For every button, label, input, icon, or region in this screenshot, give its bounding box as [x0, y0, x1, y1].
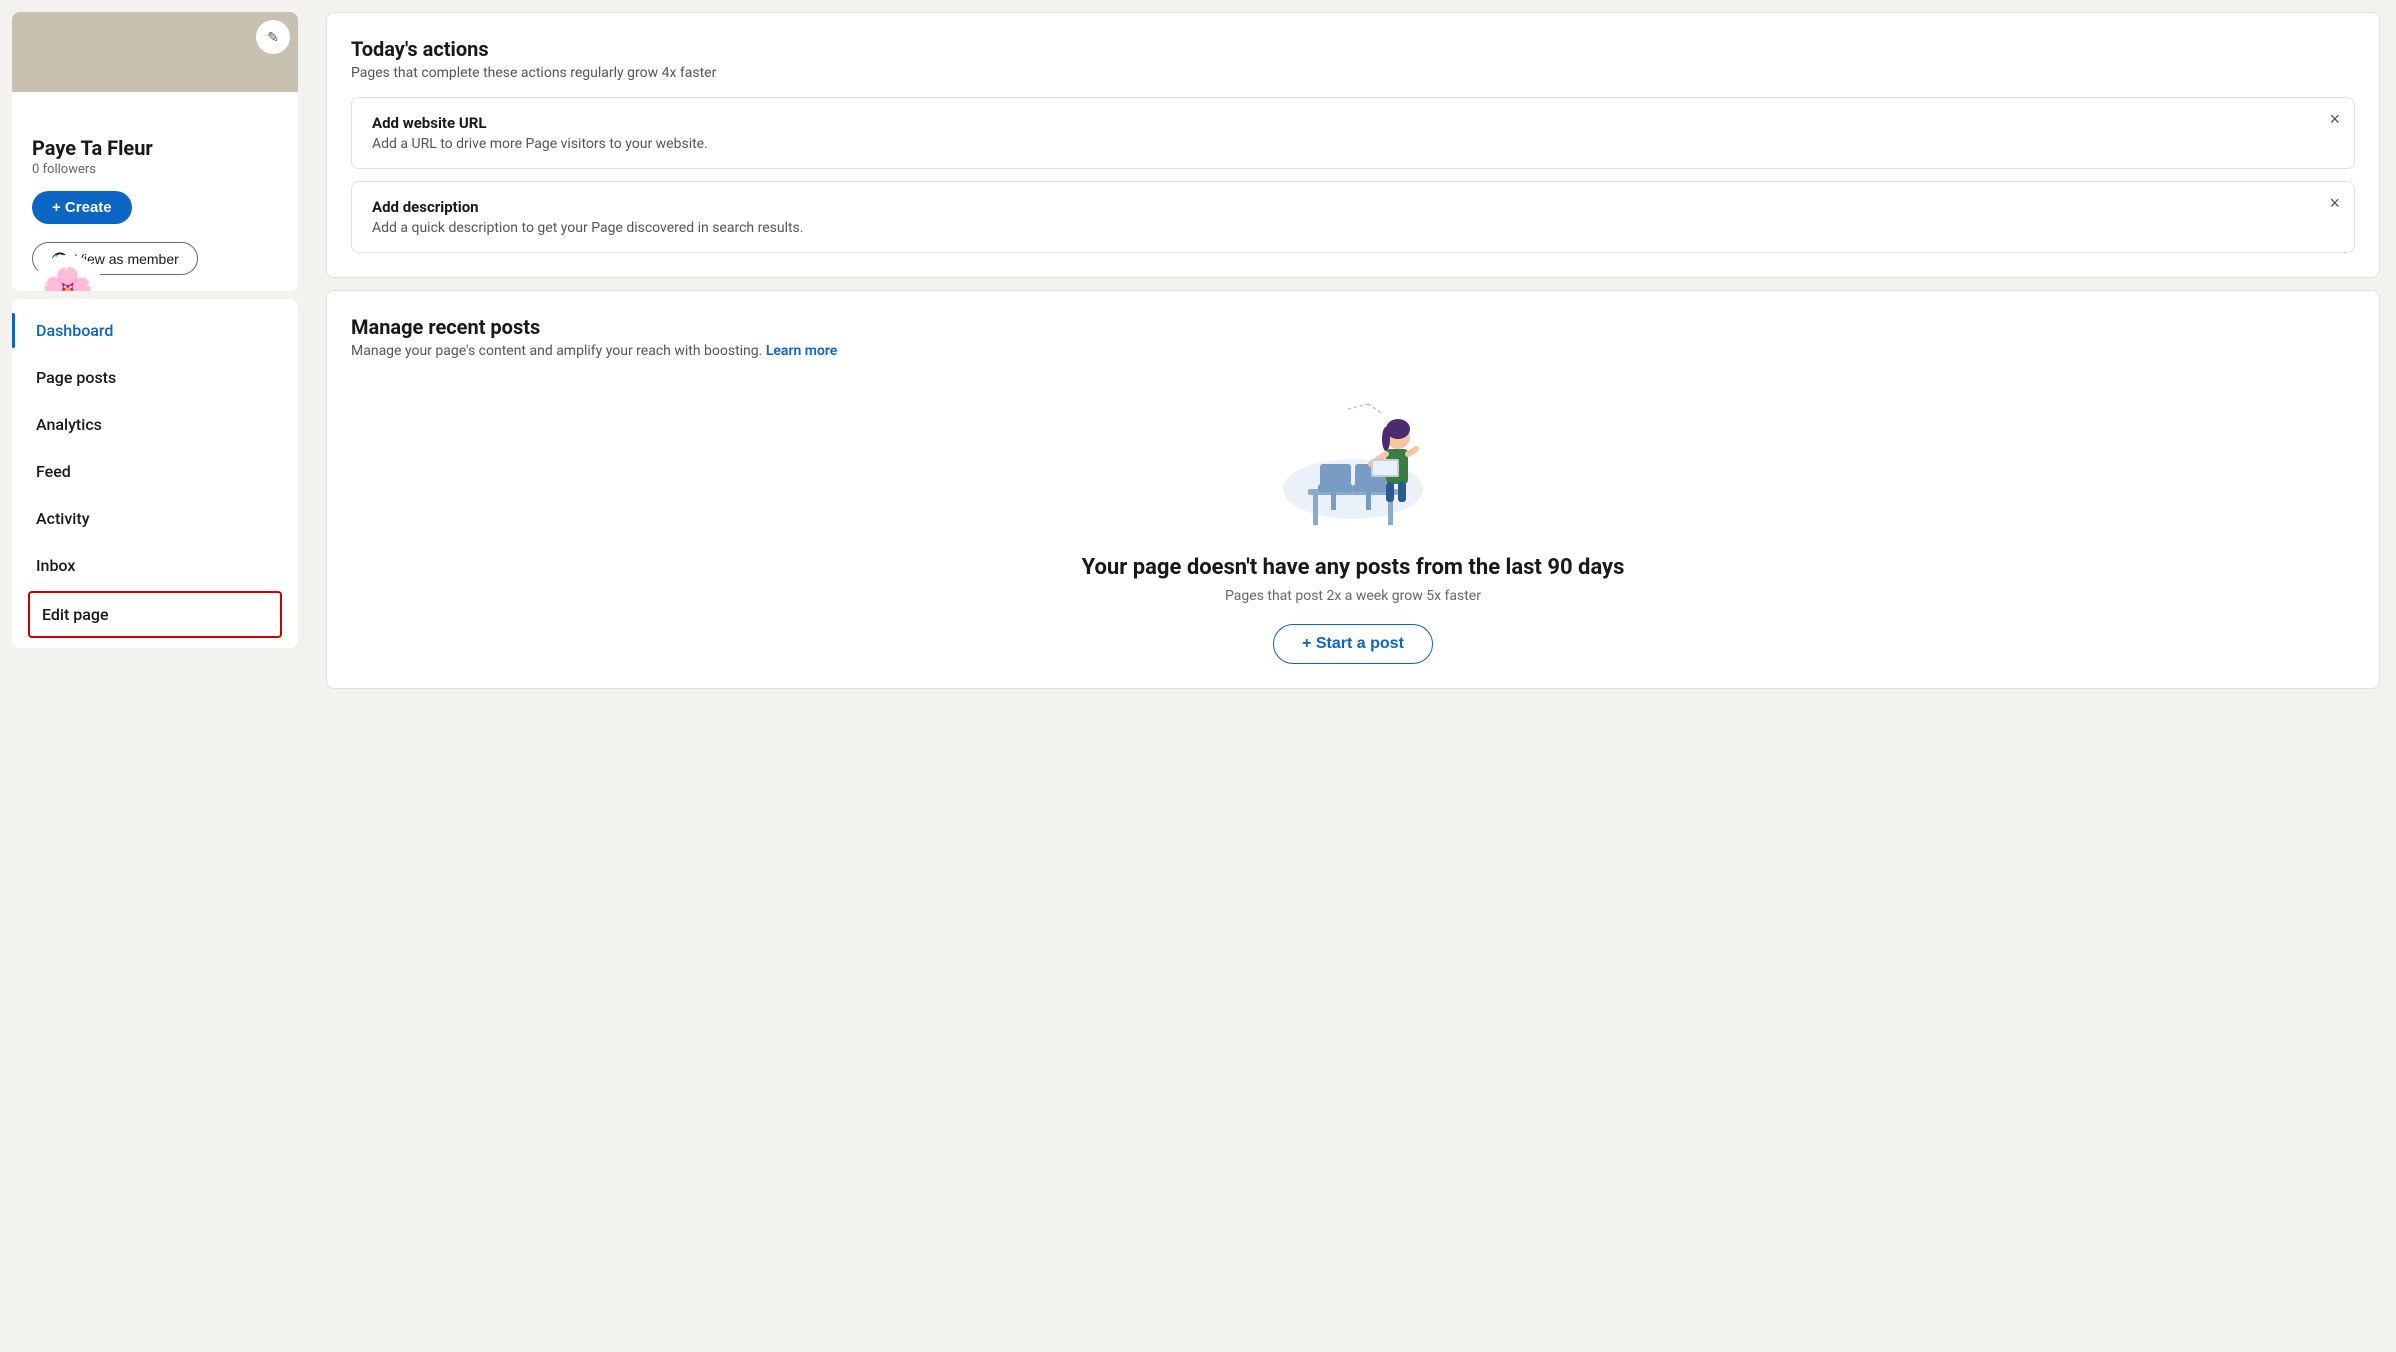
main-content: Today's actions Pages that complete thes… — [310, 0, 2396, 1352]
sidebar-item-inbox[interactable]: Inbox — [12, 542, 298, 589]
todays-actions-subtitle: Pages that complete these actions regula… — [351, 65, 2355, 81]
sidebar-item-label: Page posts — [36, 368, 116, 387]
sidebar-item-dashboard[interactable]: Dashboard — [12, 307, 298, 354]
avatar-emoji: 🌸 — [42, 270, 94, 291]
followers-count: 0 followers — [32, 162, 278, 177]
sidebar-item-label: Edit page — [42, 605, 109, 624]
sidebar-item-edit-page[interactable]: Edit page — [28, 591, 282, 638]
manage-posts-subtitle-text: Manage your page's content and amplify y… — [351, 343, 762, 359]
empty-posts-subtitle: Pages that post 2x a week grow 5x faster — [351, 588, 2355, 604]
sidebar-item-label: Dashboard — [36, 321, 113, 340]
todays-actions-card: Today's actions Pages that complete thes… — [326, 12, 2380, 278]
profile-name: Paye Ta Fleur — [32, 136, 278, 160]
create-button[interactable]: + Create — [32, 191, 132, 224]
pencil-icon: ✎ — [267, 29, 279, 46]
learn-more-link[interactable]: Learn more — [766, 343, 837, 359]
dismiss-add-website-button[interactable]: × — [2329, 110, 2340, 128]
sidebar-item-feed[interactable]: Feed — [12, 448, 298, 495]
add-description-action: Add description Add a quick description … — [351, 181, 2355, 253]
dismiss-add-description-button[interactable]: × — [2329, 194, 2340, 212]
edit-banner-button[interactable]: ✎ — [256, 20, 290, 54]
sidebar: ✎ 🌸 Paye Ta Fleur 0 followers + Create 👁… — [0, 0, 310, 1352]
sidebar-item-label: Activity — [36, 509, 90, 528]
add-description-title: Add description — [372, 198, 2334, 216]
manage-posts-card: Manage recent posts Manage your page's c… — [326, 290, 2380, 689]
start-post-button[interactable]: + Start a post — [1273, 624, 1433, 664]
sidebar-item-analytics[interactable]: Analytics — [12, 401, 298, 448]
sidebar-item-activity[interactable]: Activity — [12, 495, 298, 542]
add-website-desc: Add a URL to drive more Page visitors to… — [372, 136, 2334, 152]
empty-posts-title: Your page doesn't have any posts from th… — [351, 555, 2355, 580]
sidebar-item-label: Analytics — [36, 415, 102, 434]
sidebar-item-label: Inbox — [36, 556, 75, 575]
todays-actions-title: Today's actions — [351, 37, 2355, 61]
sidebar-item-label: Feed — [36, 462, 71, 481]
add-description-desc: Add a quick description to get your Page… — [372, 220, 2334, 236]
manage-posts-title: Manage recent posts — [351, 315, 2355, 339]
close-icon: × — [2329, 193, 2340, 213]
profile-banner: ✎ — [12, 12, 298, 92]
add-website-title: Add website URL — [372, 114, 2334, 132]
empty-posts-illustration — [351, 379, 2355, 539]
sidebar-item-page-posts[interactable]: Page posts — [12, 354, 298, 401]
close-icon: × — [2329, 109, 2340, 129]
sidebar-nav: Dashboard Page posts Analytics Feed Acti… — [12, 299, 298, 648]
profile-card: ✎ 🌸 Paye Ta Fleur 0 followers + Create 👁… — [12, 12, 298, 291]
manage-posts-subtitle: Manage your page's content and amplify y… — [351, 343, 2355, 359]
add-website-action: Add website URL Add a URL to drive more … — [351, 97, 2355, 169]
illustration-svg — [1253, 379, 1453, 539]
